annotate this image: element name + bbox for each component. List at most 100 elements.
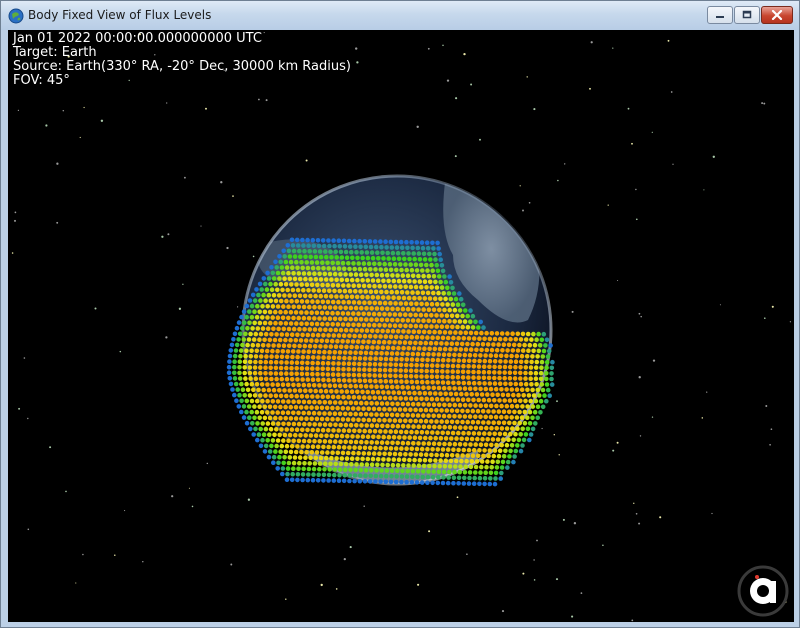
flux-dot bbox=[361, 311, 367, 317]
star bbox=[589, 87, 591, 90]
flux-dot bbox=[284, 376, 290, 382]
flux-dot bbox=[401, 463, 406, 468]
flux-dot bbox=[466, 358, 472, 364]
flux-dot bbox=[374, 401, 380, 406]
flux-dot bbox=[333, 439, 338, 444]
star bbox=[65, 490, 67, 493]
flux-dot bbox=[471, 380, 477, 386]
flux-dot bbox=[476, 369, 482, 375]
flux-dot bbox=[515, 331, 521, 337]
star bbox=[230, 563, 233, 566]
scene-canvas[interactable] bbox=[8, 30, 794, 622]
flux-dot bbox=[384, 245, 389, 250]
flux-dot bbox=[409, 379, 415, 385]
maximize-button[interactable] bbox=[734, 6, 760, 24]
flux-dot bbox=[451, 358, 456, 363]
flux-dot bbox=[448, 391, 454, 397]
title-bar[interactable]: Body Fixed View of Flux Levels bbox=[1, 1, 799, 30]
flux-dot bbox=[549, 371, 554, 376]
flux-dot bbox=[531, 348, 536, 354]
flux-dot bbox=[434, 419, 439, 424]
flux-dot bbox=[486, 420, 491, 425]
flux-dot bbox=[499, 426, 505, 431]
flux-dot bbox=[294, 299, 300, 304]
flux-dot bbox=[287, 276, 293, 282]
flux-dot bbox=[385, 328, 391, 334]
flux-dot bbox=[485, 342, 491, 347]
flux-dot bbox=[337, 472, 342, 478]
flux-dot bbox=[445, 374, 450, 380]
flux-dot bbox=[232, 370, 237, 376]
flux-dot bbox=[445, 447, 451, 452]
flux-dot bbox=[283, 449, 289, 455]
flux-dot bbox=[341, 478, 347, 484]
flux-dot bbox=[311, 383, 317, 388]
flux-dot bbox=[314, 416, 320, 422]
flux-dot bbox=[331, 333, 337, 338]
flux-dot bbox=[390, 328, 396, 334]
flux-dot bbox=[288, 404, 294, 410]
flux-dot bbox=[480, 342, 486, 347]
flux-dot bbox=[507, 398, 513, 403]
flux-dot bbox=[307, 343, 313, 349]
flux-dot bbox=[487, 448, 493, 453]
flux-dot bbox=[425, 446, 430, 452]
flux-dot bbox=[269, 354, 274, 359]
flux-dot bbox=[387, 312, 393, 317]
flux-dot bbox=[322, 467, 327, 472]
flux-dot bbox=[460, 397, 466, 403]
flux-dot bbox=[288, 259, 294, 265]
flux-dot bbox=[416, 273, 421, 279]
flux-dot bbox=[401, 345, 406, 351]
flux-dot bbox=[450, 285, 455, 291]
flux-dot bbox=[268, 393, 274, 399]
flux-dot bbox=[534, 382, 539, 387]
flux-dot bbox=[421, 251, 427, 257]
3d-viewport[interactable]: Jan 01 2022 00:00:00.000000000 UTC Targe… bbox=[8, 30, 794, 622]
flux-dot bbox=[393, 446, 399, 451]
flux-dot bbox=[430, 380, 435, 385]
flux-dot bbox=[341, 361, 347, 366]
flux-dot bbox=[435, 335, 441, 341]
flux-dot bbox=[463, 425, 468, 431]
flux-dot bbox=[456, 358, 462, 363]
flux-dot bbox=[377, 417, 382, 423]
flux-dot bbox=[533, 370, 539, 376]
flux-dot bbox=[326, 238, 331, 243]
flux-dot bbox=[252, 393, 258, 398]
flux-dot bbox=[526, 348, 531, 354]
flux-dot bbox=[378, 356, 384, 362]
flux-dot bbox=[296, 304, 302, 310]
flux-dot bbox=[395, 273, 400, 278]
flux-dot bbox=[431, 246, 436, 251]
flux-dot bbox=[353, 400, 359, 406]
flux-dot bbox=[343, 305, 349, 311]
flux-dot bbox=[481, 453, 486, 459]
flux-dot bbox=[372, 283, 377, 289]
minimize-button[interactable] bbox=[707, 6, 733, 24]
flux-dot bbox=[407, 435, 413, 440]
flux-dot bbox=[362, 372, 367, 378]
flux-dot bbox=[393, 239, 399, 245]
flux-dot bbox=[389, 351, 395, 356]
flux-dot bbox=[447, 402, 452, 408]
flux-dot bbox=[340, 322, 346, 327]
star bbox=[764, 317, 766, 319]
flux-dot bbox=[386, 295, 391, 300]
flux-dot bbox=[455, 363, 461, 369]
flux-dot bbox=[353, 316, 359, 322]
flux-dot bbox=[291, 315, 296, 321]
flux-dot bbox=[305, 332, 311, 338]
flux-dot bbox=[331, 428, 336, 433]
flux-dot bbox=[427, 346, 432, 352]
flux-dot bbox=[372, 373, 378, 378]
flux-dot bbox=[495, 392, 501, 398]
close-button[interactable] bbox=[761, 6, 793, 24]
flux-dot bbox=[468, 347, 474, 352]
flux-dot bbox=[369, 272, 374, 278]
flux-dot bbox=[535, 415, 540, 421]
flux-dot bbox=[281, 438, 286, 443]
flux-dot bbox=[271, 276, 277, 281]
flux-dot bbox=[325, 366, 331, 372]
flux-dot bbox=[295, 472, 301, 477]
